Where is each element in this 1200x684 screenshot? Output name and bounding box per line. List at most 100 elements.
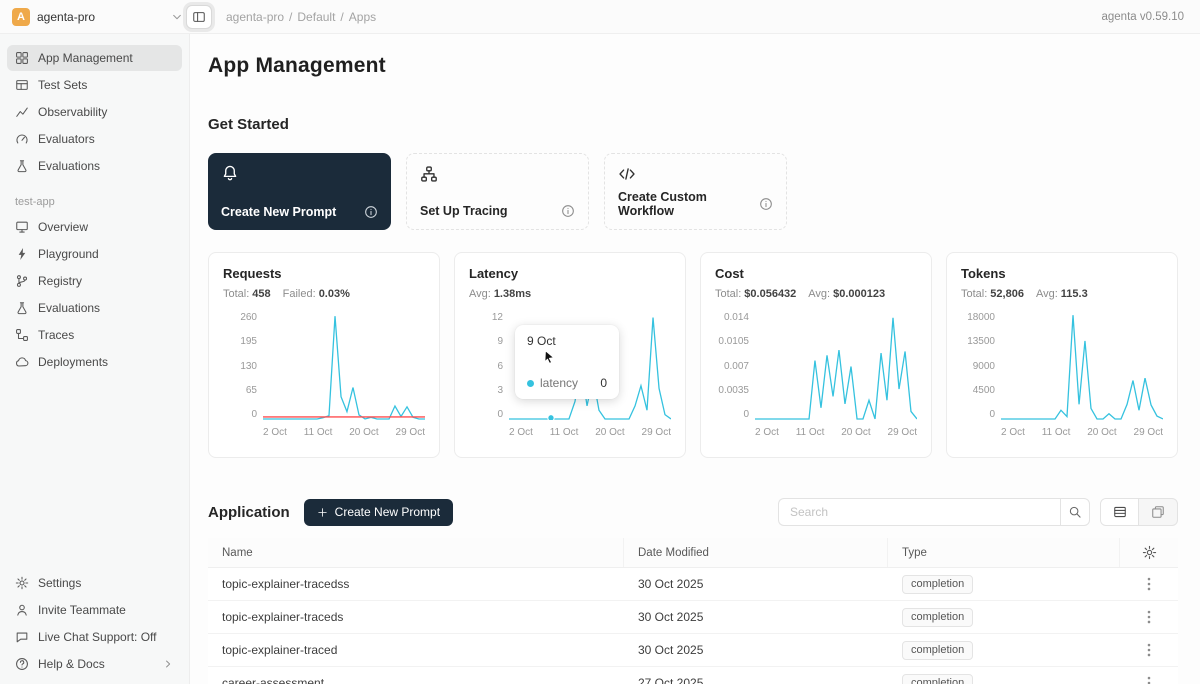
chart-tooltip: 9 Octlatency0 (515, 325, 619, 399)
x-tick: 20 Oct (595, 427, 624, 438)
y-tick: 130 (240, 362, 257, 372)
column-header-type[interactable]: Type (888, 538, 1120, 567)
table-view-icon (1113, 505, 1127, 519)
get-started-card-label: Create New Prompt (221, 205, 336, 219)
chart-plot[interactable] (755, 312, 917, 420)
x-axis: 2 Oct11 Oct20 Oct29 Oct (755, 427, 917, 438)
sidebar-item-deployments[interactable]: Deployments (7, 349, 182, 375)
tooltip-date: 9 Oct (527, 334, 607, 348)
y-tick: 0 (743, 410, 749, 420)
sidebar-item-invite-teammate[interactable]: Invite Teammate (7, 597, 182, 623)
info-icon[interactable] (759, 197, 773, 211)
registry-icon (15, 274, 29, 288)
series-tokens (1001, 315, 1163, 419)
info-icon[interactable] (364, 205, 378, 219)
chart-plot[interactable] (1001, 312, 1163, 420)
breadcrumb-item-default[interactable]: Default (297, 10, 335, 24)
stat-label: Avg: (1036, 288, 1058, 300)
x-tick: 29 Oct (642, 427, 671, 438)
sidebar-item-test-sets[interactable]: Test Sets (7, 72, 182, 98)
table-row[interactable]: topic-explainer-traceds30 Oct 2025comple… (208, 601, 1178, 634)
sidebar: App ManagementTest SetsObservabilityEval… (0, 34, 190, 684)
row-menu-button[interactable] (1140, 608, 1158, 626)
y-tick: 9000 (973, 362, 995, 372)
evaluations-icon (15, 301, 29, 315)
sidebar-item-label: Overview (38, 220, 88, 234)
card-view-icon (1151, 505, 1165, 519)
playground-icon (15, 247, 29, 261)
info-icon[interactable] (561, 204, 575, 218)
sidebar-collapse-button[interactable] (186, 5, 212, 29)
breadcrumb-separator: / (340, 10, 343, 24)
sidebar-item-label: Live Chat Support: Off (38, 630, 157, 644)
y-tick: 0 (497, 410, 503, 420)
stat-label: Total: (961, 288, 987, 300)
y-tick: 18000 (967, 313, 995, 323)
sidebar-item-app-management[interactable]: App Management (7, 45, 182, 71)
sidebar-item-observability[interactable]: Observability (7, 99, 182, 125)
column-header-name[interactable]: Name (208, 538, 624, 567)
app-name-cell: topic-explainer-traceds (208, 610, 624, 624)
sidebar-item-settings[interactable]: Settings (7, 570, 182, 596)
stat-pair: Total:52,806 (961, 288, 1024, 300)
prompt-icon (221, 164, 239, 182)
stat-card-stats: Avg:1.38ms (469, 288, 671, 300)
sidebar-item-label: Registry (38, 274, 82, 288)
type-badge: completion (902, 641, 973, 660)
row-menu-button[interactable] (1140, 575, 1158, 593)
sidebar-item-overview[interactable]: Overview (7, 214, 182, 240)
y-axis: 129630 (469, 312, 503, 420)
column-header-date-modified[interactable]: Date Modified (624, 538, 888, 567)
hover-point (548, 415, 554, 420)
sidebar-item-live-chat-support-off[interactable]: Live Chat Support: Off (7, 624, 182, 650)
column-settings (1120, 538, 1178, 567)
card-view-button[interactable] (1139, 499, 1177, 525)
x-tick: 2 Oct (755, 427, 779, 438)
y-tick: 0.007 (724, 362, 749, 372)
x-axis: 2 Oct11 Oct20 Oct29 Oct (1001, 427, 1163, 438)
application-heading: Application (208, 504, 290, 521)
search-button[interactable] (1060, 498, 1090, 526)
row-menu-button[interactable] (1140, 641, 1158, 659)
row-menu-button[interactable] (1140, 674, 1158, 684)
top-bar: A agenta-pro agenta-pro/Default/Apps age… (0, 0, 1200, 34)
get-started-card-create-new-prompt[interactable]: Create New Prompt (208, 153, 391, 230)
workspace-selector[interactable]: A agenta-pro (12, 8, 184, 26)
sidebar-item-help-docs[interactable]: Help & Docs (7, 651, 182, 677)
table-row[interactable]: topic-explainer-traced30 Oct 2025complet… (208, 634, 1178, 667)
stat-card-latency: LatencyAvg:1.38ms1296302 Oct11 Oct20 Oct… (454, 252, 686, 458)
sidebar-item-evaluations[interactable]: Evaluations (7, 153, 182, 179)
breadcrumb-item-agenta-pro[interactable]: agenta-pro (226, 10, 284, 24)
x-tick: 29 Oct (888, 427, 917, 438)
search-input[interactable] (778, 498, 1060, 526)
evaluators-icon (15, 132, 29, 146)
sidebar-item-playground[interactable]: Playground (7, 241, 182, 267)
table-row[interactable]: career-assessment27 Oct 2025completion (208, 667, 1178, 684)
create-new-prompt-button[interactable]: Create New Prompt (304, 499, 453, 526)
get-started-card-set-up-tracing[interactable]: Set Up Tracing (406, 153, 589, 230)
table-row[interactable]: topic-explainer-tracedss30 Oct 2025compl… (208, 568, 1178, 601)
sidebar-item-registry[interactable]: Registry (7, 268, 182, 294)
y-tick: 0.0105 (718, 337, 749, 347)
get-started-card-create-custom-workflow[interactable]: Create Custom Workflow (604, 153, 787, 230)
table-view-button[interactable] (1101, 499, 1139, 525)
x-tick: 11 Oct (550, 427, 579, 438)
sidebar-item-evaluations[interactable]: Evaluations (7, 295, 182, 321)
stat-card-requests: RequestsTotal:458Failed:0.03%26019513065… (208, 252, 440, 458)
series-requests (263, 316, 425, 419)
row-actions (1120, 608, 1178, 626)
chart-plot[interactable] (263, 312, 425, 420)
y-tick: 6 (497, 362, 503, 372)
sidebar-item-evaluators[interactable]: Evaluators (7, 126, 182, 152)
x-tick: 2 Oct (509, 427, 533, 438)
chevron-down-icon (170, 10, 184, 24)
apps-icon (15, 51, 29, 65)
stat-card-tokens: TokensTotal:52,806Avg:115.31800013500900… (946, 252, 1178, 458)
stat-card-title: Tokens (961, 266, 1163, 281)
gear-icon[interactable] (1142, 545, 1157, 560)
breadcrumb: agenta-pro/Default/Apps (226, 10, 376, 24)
breadcrumb-item-apps[interactable]: Apps (349, 10, 376, 24)
sidebar-item-label: Deployments (38, 355, 108, 369)
chart-area: 0.0140.01050.0070.00350 (715, 312, 917, 420)
sidebar-item-traces[interactable]: Traces (7, 322, 182, 348)
